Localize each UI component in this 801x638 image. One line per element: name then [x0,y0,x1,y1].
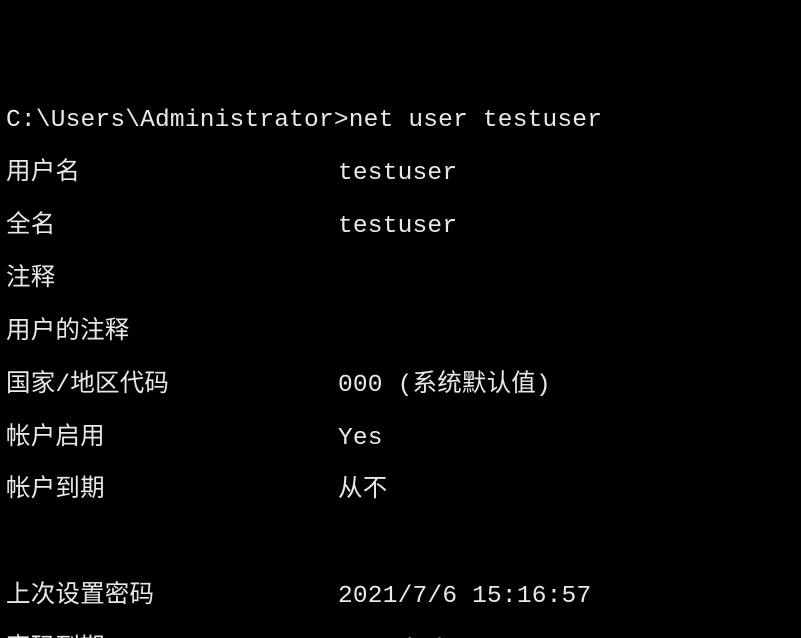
output-row: 用户的注释 [6,320,801,347]
output-row: 国家/地区代码000 (系统默认值) [6,373,801,400]
output-row: 用户名testuser [6,161,801,188]
row-label: 上次设置密码 [6,584,338,610]
row-label: 帐户启用 [6,426,338,452]
command-line[interactable]: C:\Users\Administrator>net user testuser [6,108,801,135]
row-label: 国家/地区代码 [6,373,338,399]
row-value: testuser [338,214,457,240]
command-text: net user testuser [349,107,602,134]
row-label: 帐户到期 [6,478,338,504]
output-row: 帐户到期从不 [6,478,801,505]
row-value: Yes [338,426,383,452]
row-label: 用户的注释 [6,320,338,346]
output-row: 帐户启用Yes [6,426,801,453]
output-row: 全名testuser [6,214,801,241]
row-label: 全名 [6,214,338,240]
row-label: 用户名 [6,161,338,187]
row-value: 000 (系统默认值) [338,373,551,399]
row-value: 从不 [338,478,387,504]
output-row: 上次设置密码2021/7/6 15:16:57 [6,584,801,611]
row-value: testuser [338,161,457,187]
output-row: 注释 [6,267,801,294]
row-label: 注释 [6,267,338,293]
output-row [6,531,801,558]
row-value: 2021/7/6 15:16:57 [338,584,591,610]
prompt: C:\Users\Administrator> [6,107,349,134]
